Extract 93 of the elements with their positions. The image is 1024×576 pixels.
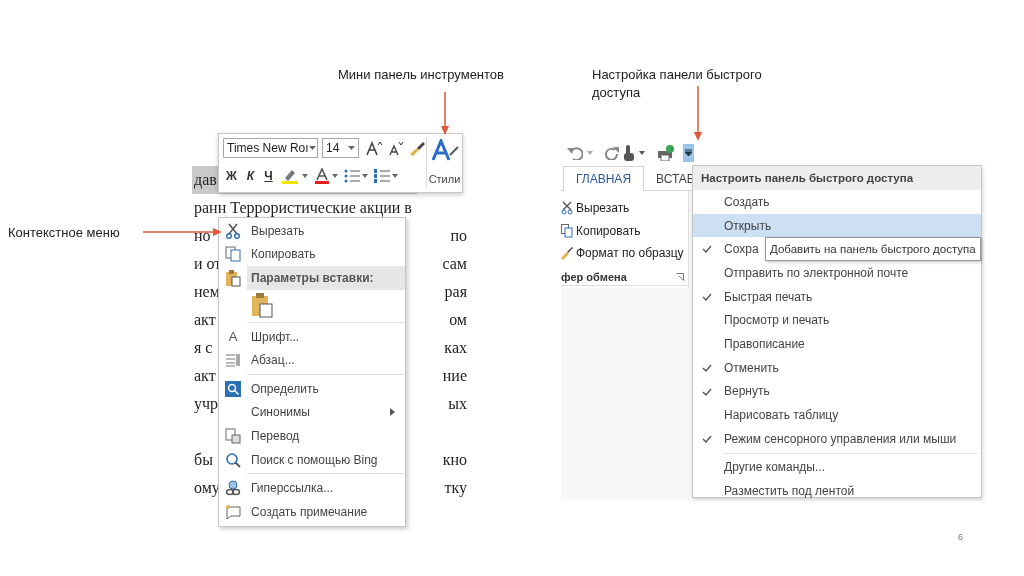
customize-toolbar-button[interactable] — [683, 144, 694, 162]
arrow — [440, 92, 450, 136]
annotation-label: Мини панель инструментов — [338, 66, 504, 84]
dropdown-icon — [348, 146, 355, 150]
dropdown-icon[interactable] — [331, 174, 338, 178]
translate-icon — [225, 427, 241, 444]
format-button[interactable]: Ж — [223, 169, 240, 183]
document-text: но — [194, 226, 211, 246]
search-icon — [225, 451, 241, 468]
dropdown-icon — [685, 149, 692, 157]
dialog-launcher-icon[interactable] — [676, 272, 684, 281]
menu-item[interactable]: Перевод — [219, 424, 405, 448]
document-text: бы — [194, 450, 213, 470]
book-search-icon — [225, 380, 241, 397]
menu-item[interactable]: Поиск с помощью Bing — [219, 447, 405, 472]
ribbon-command[interactable]: Вырезать — [561, 197, 688, 220]
printer-icon[interactable] — [657, 145, 675, 161]
menu-item[interactable]: Правописание — [693, 332, 981, 356]
styles-button[interactable]: Стили — [426, 137, 462, 189]
menu-item[interactable]: Абзац... — [219, 348, 405, 372]
format-painter-icon[interactable] — [408, 140, 426, 156]
document-text: акт — [194, 366, 216, 386]
grow-font-icon[interactable] — [365, 140, 383, 156]
document-text: ние — [442, 366, 467, 386]
menu-item[interactable]: Гиперссылка... — [219, 476, 405, 500]
menu-item[interactable]: Синонимы — [219, 400, 405, 425]
menu-item[interactable]: Создать примечание — [219, 499, 405, 524]
scissors-icon — [225, 222, 241, 239]
hand-pointer-icon[interactable] — [623, 145, 635, 161]
document-text: ранн Террористические акции в — [194, 198, 412, 219]
menu-item[interactable]: Вернуть — [693, 379, 981, 404]
group-label: фер обмена — [561, 270, 627, 283]
menu-item[interactable]: Создать — [693, 190, 981, 214]
menu-item[interactable]: Быстрая печать — [693, 284, 981, 309]
document-text: тку — [444, 478, 467, 499]
document-text: ом — [449, 310, 467, 330]
bullet-list-icon[interactable] — [343, 169, 360, 183]
document-text: ках — [444, 338, 467, 358]
document-text: ых — [448, 394, 467, 414]
undo-icon[interactable] — [567, 146, 583, 160]
ribbon-tab[interactable]: ГЛАВНАЯ — [563, 166, 645, 191]
document-text: ому — [194, 478, 220, 499]
annotation-label: Контекстное меню — [8, 224, 120, 242]
clipboard-icon — [225, 269, 241, 287]
menu-header: Настроить панель быстрого доступа — [693, 166, 981, 190]
document-text: рая — [444, 282, 467, 303]
menu-item[interactable]: Нарисовать таблицу — [693, 403, 981, 427]
menu-item[interactable]: Отправить по электронной почте — [693, 261, 981, 285]
link-icon — [225, 480, 241, 497]
numbered-list-icon[interactable] — [373, 169, 390, 183]
menu-item[interactable]: A Шрифт... — [219, 324, 405, 349]
redo-icon[interactable] — [605, 146, 619, 160]
ribbon-command[interactable]: Формат по образцу — [561, 242, 688, 265]
document-text: кно — [442, 450, 467, 470]
comment-icon — [225, 503, 241, 520]
scissors-icon — [561, 201, 573, 216]
shrink-font-icon[interactable] — [387, 140, 404, 156]
menu-item[interactable]: Вырезать — [219, 219, 405, 243]
clipboard-icon[interactable] — [251, 291, 273, 318]
dropdown-icon[interactable] — [361, 174, 368, 178]
styles-icon — [429, 139, 460, 161]
document-text: по — [450, 226, 467, 246]
menu-item[interactable]: Копировать — [219, 242, 405, 267]
format-painter-icon — [561, 246, 573, 261]
font-color-icon[interactable] — [313, 168, 330, 184]
menu-item[interactable]: Просмотр и печать — [693, 308, 981, 333]
dropdown-icon — [308, 146, 316, 150]
highlighter-icon[interactable] — [279, 168, 300, 184]
font-size-field[interactable]: 14 — [322, 138, 359, 158]
document-text: учр — [194, 394, 219, 415]
menu-item[interactable]: Определить — [219, 376, 405, 401]
page-number: 6 — [958, 532, 963, 542]
menu-item[interactable]: Отменить — [693, 355, 981, 380]
document-text: я с — [194, 338, 213, 358]
dropdown-icon[interactable] — [639, 151, 645, 155]
tooltip: Добавить на панель быстрого доступа — [765, 237, 981, 262]
paragraph-icon — [225, 353, 241, 368]
dropdown-icon[interactable] — [301, 174, 308, 178]
menu-item[interactable]: Режим сенсорного управления или мыши — [693, 426, 981, 451]
menu-item[interactable]: Сохра Добавить на панель быстрого доступа — [693, 237, 981, 262]
format-button[interactable]: Ч — [261, 169, 276, 183]
annotation-label: Настройка панели быстрого доступа — [592, 66, 763, 102]
menu-item[interactable]: Другие команды... — [693, 455, 981, 480]
ribbon-command[interactable]: Копировать — [561, 219, 688, 242]
document-text: сам — [442, 254, 467, 274]
format-button[interactable]: К — [243, 169, 258, 183]
menu-item[interactable]: Разместить под лентой — [693, 479, 981, 503]
copy-icon — [225, 246, 241, 263]
dropdown-icon[interactable] — [391, 174, 398, 178]
arrow — [693, 86, 703, 142]
font-name-field[interactable]: Times New Roı — [223, 138, 318, 158]
menu-item[interactable]: Открыть — [693, 213, 981, 238]
document-text: акт — [194, 310, 216, 330]
